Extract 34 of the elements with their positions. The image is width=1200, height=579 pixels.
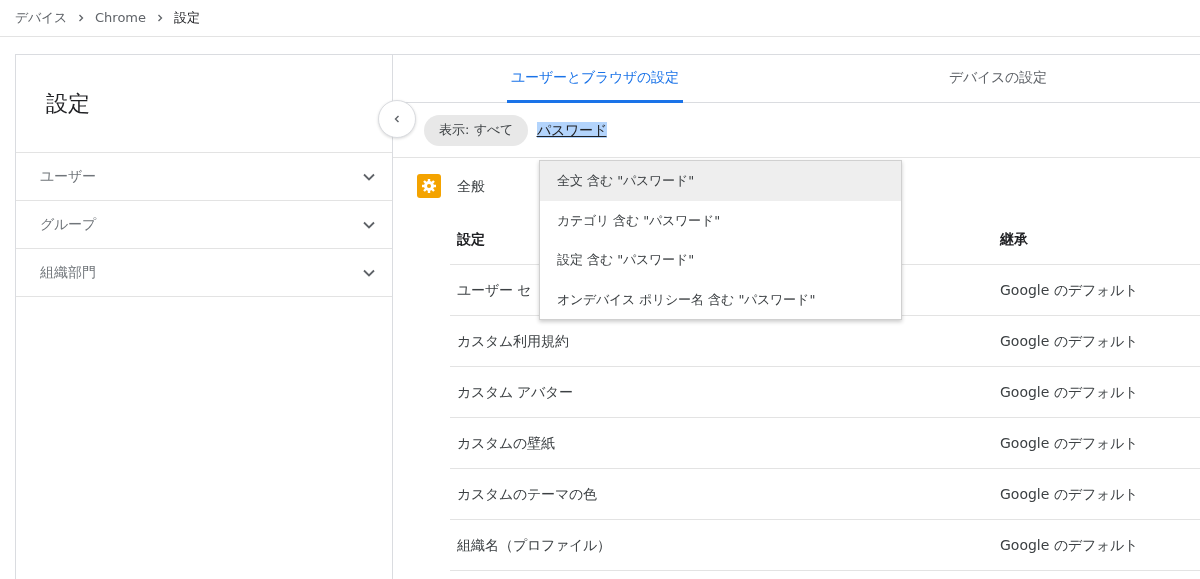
table-cell: カスタム利用規約 xyxy=(457,332,569,349)
filter-chip[interactable]: 表示: すべて xyxy=(424,114,528,146)
sidebar-item[interactable]: ユーザー xyxy=(16,153,392,201)
table-cell: 組織名（プロファイル） xyxy=(457,536,611,553)
table-cell: カスタム アバター xyxy=(457,383,574,400)
menu-item[interactable]: オンデバイス ポリシー名 含む "パスワード" xyxy=(540,279,901,319)
chevron-left-icon xyxy=(392,114,402,124)
menu-item[interactable]: カテゴリ 含む "パスワード" xyxy=(540,200,901,240)
chevron-right-icon xyxy=(76,13,86,23)
table-cell: Google のデフォルト xyxy=(1000,536,1138,553)
tab[interactable]: ユーザーとブラウザの設定 xyxy=(506,55,683,103)
table-cell: Google のデフォルト xyxy=(1000,332,1138,349)
sidebar-item[interactable]: グループ xyxy=(16,201,392,249)
collapse-button[interactable] xyxy=(378,100,416,138)
gear-icon xyxy=(417,174,441,198)
table-cell: Google のデフォルト xyxy=(1000,485,1138,502)
table-cell: カスタムのテーマの色 xyxy=(457,485,597,502)
table-cell: Google のデフォルト xyxy=(1000,383,1138,400)
sidebar-item[interactable]: 組織部門 xyxy=(16,249,392,297)
sidebar-title: 設定 xyxy=(46,90,90,118)
tab[interactable]: デバイスの設定 xyxy=(945,55,1052,103)
table-cell: ユーザー セ xyxy=(457,281,532,298)
column-header: 継承 xyxy=(1000,229,1029,249)
menu-item[interactable]: 全文 含む "パスワード" xyxy=(540,161,901,201)
table-cell: カスタムの壁紙 xyxy=(457,434,555,451)
chevron-right-icon xyxy=(155,13,165,23)
breadcrumb-link[interactable]: Chrome xyxy=(95,8,146,28)
column-header: 設定 xyxy=(456,229,486,249)
breadcrumb-link[interactable]: デバイス xyxy=(15,8,67,28)
menu-item[interactable]: 設定 含む "パスワード" xyxy=(540,240,901,280)
section-title: 全般 xyxy=(457,176,485,196)
search-field[interactable]: パスワード xyxy=(536,119,607,141)
table-cell: Google のデフォルト xyxy=(1000,281,1138,298)
table-cell: Google のデフォルト xyxy=(1000,434,1138,451)
